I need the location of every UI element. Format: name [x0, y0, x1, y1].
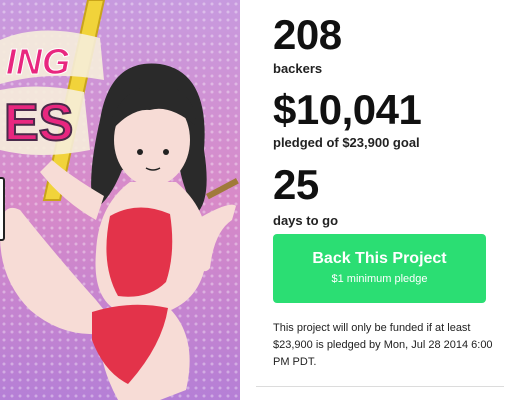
pledged-amount: $10,041: [273, 86, 422, 133]
backers-count: 208: [273, 11, 342, 58]
title-fragment-bottom: ES: [4, 94, 73, 152]
back-button-title: Back This Project: [312, 250, 447, 267]
project-artwork: ING ES: [0, 0, 240, 400]
edge-panel: [0, 177, 5, 241]
days-count: 25: [273, 161, 319, 208]
section-divider: [256, 386, 504, 387]
swimsuit: [106, 207, 173, 297]
artwork-illustration: ING ES: [0, 0, 240, 400]
days-label: days to go: [273, 213, 339, 228]
funding-stats: 208 backers $10,041 pledged of $23,900 g…: [273, 11, 493, 228]
title-fragment-top: ING: [6, 41, 70, 82]
pledged-goal-label: pledged of $23,900 goal: [273, 135, 420, 150]
back-this-project-button[interactable]: Back This Project $1 minimum pledge: [273, 234, 486, 303]
backers-label: backers: [273, 61, 323, 76]
minimum-pledge-text: $1 minimum pledge: [331, 273, 428, 285]
funding-deadline-note: This project will only be funded if at l…: [273, 322, 493, 368]
project-page: ING ES 208 backers $10,041 pledged of $2…: [0, 0, 507, 400]
